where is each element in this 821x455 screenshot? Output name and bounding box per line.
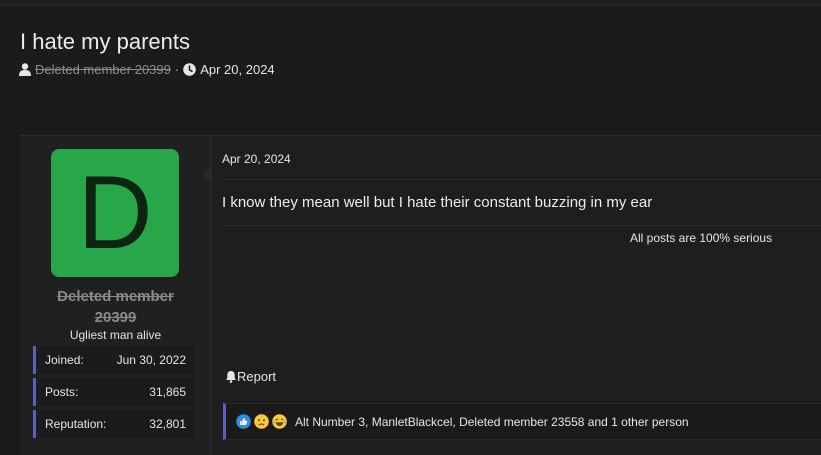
post-user-cell: D Deleted member 20399 Ugliest man alive… [20, 136, 211, 455]
like-icon [236, 414, 251, 429]
cell-divider [211, 136, 212, 455]
stat-posts: Posts: 31,865 [33, 378, 194, 406]
stat-label: Joined: [45, 353, 84, 367]
thread-author-link[interactable]: Deleted member 20399 [35, 62, 171, 77]
username-line2: 20399 [94, 309, 137, 326]
thread-date-link[interactable]: Apr 20, 2024 [200, 62, 274, 77]
stat-value: 32,801 [149, 417, 186, 431]
stat-value: Jun 30, 2022 [116, 353, 186, 367]
thread-meta: Deleted member 20399 · Apr 20, 2024 [19, 62, 275, 77]
reaction-icons [236, 414, 290, 429]
reactions-text[interactable]: Alt Number 3, ManletBlackcel, Deleted me… [295, 415, 689, 429]
stat-value: 31,865 [149, 385, 186, 399]
header-divider [0, 0, 821, 6]
post-header-divider [222, 179, 821, 180]
user-icon [19, 63, 31, 76]
clock-icon [183, 63, 197, 76]
stat-label: Reputation: [45, 417, 107, 431]
stat-label: Posts: [45, 385, 79, 399]
page-title: I hate my parents [20, 29, 190, 54]
post-date-link[interactable]: Apr 20, 2024 [222, 152, 291, 166]
report-button[interactable]: Report [225, 369, 276, 384]
signature-divider [222, 225, 821, 226]
stat-joined: Joined: Jun 30, 2022 [33, 346, 194, 374]
avatar[interactable]: D [51, 149, 179, 277]
username-line1: Deleted member [57, 288, 174, 305]
meta-separator: · [174, 62, 180, 77]
post-arrow [203, 167, 211, 183]
reactions-bar[interactable]: Alt Number 3, ManletBlackcel, Deleted me… [223, 403, 821, 440]
sad-icon [254, 414, 269, 429]
signature: All posts are 100% serious [630, 231, 773, 245]
stat-reputation: Reputation: 32,801 [33, 410, 194, 438]
post-body: I know they mean well but I hate their c… [222, 194, 653, 211]
username-link[interactable]: Deleted member 20399 [20, 286, 211, 328]
user-title: Ugliest man alive [69, 328, 162, 342]
laugh-cry-icon [272, 414, 287, 429]
report-label: Report [237, 369, 277, 384]
bell-icon [225, 370, 237, 383]
post: D Deleted member 20399 Ugliest man alive… [20, 135, 821, 455]
